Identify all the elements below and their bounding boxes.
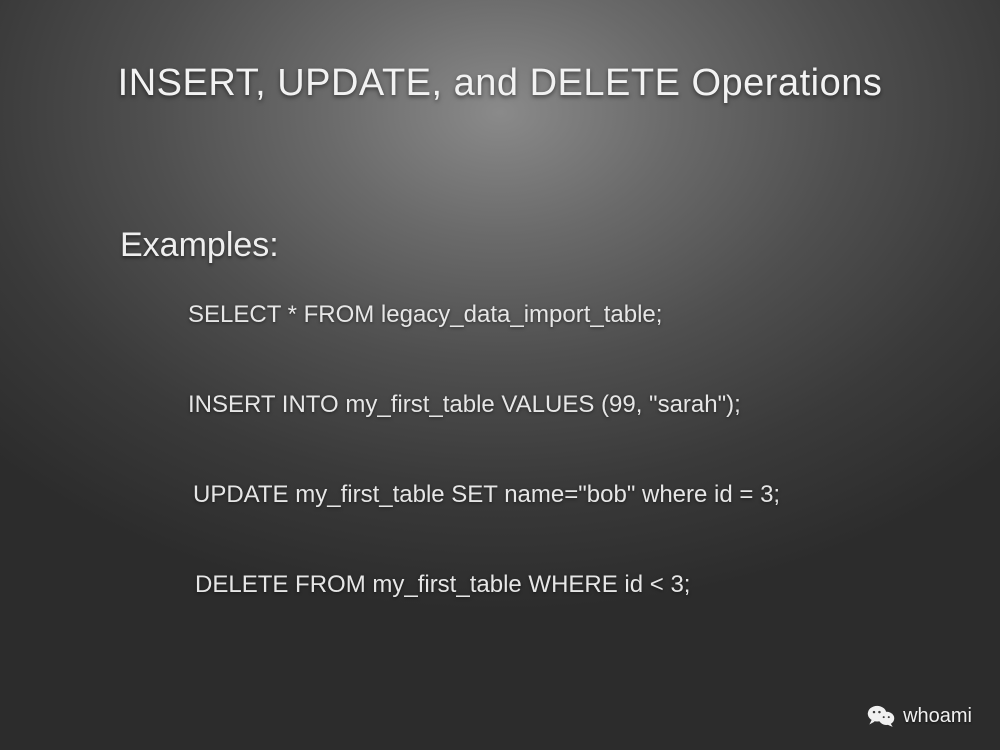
examples-heading: Examples: [120, 226, 279, 265]
code-line-select: SELECT * FROM legacy_data_import_table; [188, 301, 662, 329]
code-line-update: UPDATE my_first_table SET name="bob" whe… [193, 481, 780, 509]
footer: whoami [867, 704, 972, 728]
presentation-slide: INSERT, UPDATE, and DELETE Operations Ex… [0, 0, 1000, 750]
footer-username: whoami [903, 705, 972, 728]
code-line-insert: INSERT INTO my_first_table VALUES (99, "… [188, 391, 741, 419]
wechat-icon [867, 704, 895, 728]
slide-title: INSERT, UPDATE, and DELETE Operations [0, 62, 1000, 105]
code-line-delete: DELETE FROM my_first_table WHERE id < 3; [195, 571, 690, 599]
